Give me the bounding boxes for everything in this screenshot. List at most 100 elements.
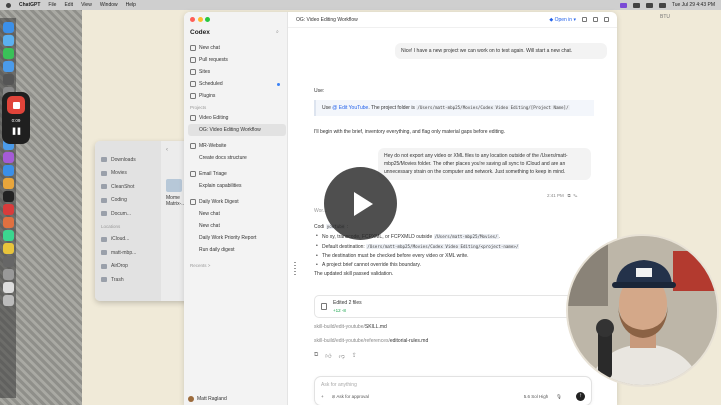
app-icon[interactable] (2, 152, 14, 163)
inline-code: /Users/matt-mbp25/Movies/Codex Video Edi… (416, 105, 570, 110)
apple-icon[interactable] (6, 2, 11, 8)
approval-mode-button[interactable]: ⊘ Ask for approval (332, 394, 369, 400)
sidebar-item-sites[interactable]: Sites (188, 66, 286, 78)
laptop-icon (101, 250, 107, 256)
use-label: Use: (314, 88, 325, 94)
app-icon[interactable] (2, 74, 14, 85)
thread-new-chat-2[interactable]: New chat (188, 220, 286, 232)
status-icon[interactable] (619, 2, 627, 8)
search-icon[interactable]: ⌕ (276, 29, 279, 35)
send-button[interactable]: ↑ (576, 392, 585, 401)
skill-link[interactable]: @ Edit YouTube (332, 105, 368, 111)
sidebar-item-plugins[interactable]: Plugins (188, 90, 286, 102)
edited-files-card[interactable]: Edited 2 files +12 -8 Undo ↻ (314, 295, 592, 318)
search-icon[interactable] (658, 2, 666, 8)
edit-icon[interactable]: ✎ (573, 193, 577, 198)
finder-item-computer[interactable]: matt-mbp... (101, 246, 161, 260)
messages-app-icon[interactable] (2, 48, 14, 59)
open-in-button[interactable]: ◆ Open in ▾ (549, 17, 576, 23)
project-email-triage[interactable]: Email Triage (188, 168, 286, 180)
composer-input[interactable]: Ask for anything (321, 382, 357, 388)
app-icon[interactable] (2, 35, 14, 46)
microphone-icon[interactable]: 🎙︎ (556, 394, 562, 400)
menu-file[interactable]: File (48, 2, 56, 8)
add-icon[interactable]: + (321, 394, 324, 399)
copy-icon[interactable]: ⧉ (314, 352, 318, 360)
thumbs-down-icon[interactable]: 👎︎ (339, 352, 345, 360)
finder-item-airdrop[interactable]: AirDrop (101, 260, 161, 274)
menu-view[interactable]: View (81, 2, 92, 8)
model-selector[interactable]: 5.6 Sol High (524, 394, 549, 399)
project-mr-website[interactable]: MR-Website (188, 140, 286, 152)
stop-record-button[interactable] (7, 96, 25, 114)
response-actions: ⧉ 👍︎ 👎︎ ⇪ (314, 352, 357, 360)
unread-dot (277, 82, 280, 86)
minimize-window-button[interactable] (197, 17, 203, 22)
app-icon[interactable] (2, 204, 14, 215)
app-icon[interactable] (2, 191, 14, 202)
thread-run-daily-digest[interactable]: Run daily digest (188, 244, 286, 256)
finder-item-movies[interactable]: Movies (101, 167, 161, 181)
folder-icon (190, 199, 196, 205)
finder-item-trash[interactable]: Trash (101, 273, 161, 287)
finder-item-icloud[interactable]: iCloud... (101, 233, 161, 247)
edited-file-link[interactable]: skill-build/edit-youtube/references/edit… (314, 338, 428, 344)
app-icon[interactable] (2, 165, 14, 176)
thread-og-video-editing[interactable]: OG: Video Editing Workflow (188, 124, 286, 136)
finder-app-icon[interactable] (2, 22, 14, 33)
copy-icon[interactable]: ⧉ (568, 193, 571, 198)
validation-text: The updated skill passed validation. (314, 271, 394, 277)
finder-item-cleanshot[interactable]: CleanShot (101, 180, 161, 194)
wifi-icon[interactable] (632, 2, 640, 8)
app-icon[interactable] (2, 178, 14, 189)
recording-time: 0:09 (11, 118, 21, 123)
menu-app-name[interactable]: ChatGPT (19, 2, 40, 8)
sidebar-item-scheduled[interactable]: Scheduled (188, 78, 286, 90)
menu-clock[interactable]: Tue Jul 29 4:43 PM (672, 2, 715, 8)
thumbs-up-icon[interactable]: 👍︎ (325, 352, 331, 360)
background-window-text: BTU (660, 14, 670, 20)
share-icon[interactable]: ⇪ (352, 352, 357, 360)
thread-priority-report[interactable]: Daily Work Priority Report (188, 232, 286, 244)
panel-icon[interactable] (604, 17, 609, 22)
compose-icon (190, 45, 196, 51)
pause-icon[interactable]: ❚❚ (11, 127, 22, 135)
recents-heading[interactable]: Recents > (188, 260, 286, 270)
trash-icon[interactable] (2, 295, 14, 306)
terminal-icon[interactable] (582, 17, 587, 22)
folder-icon (101, 170, 107, 176)
user-profile[interactable]: Matt Ragland (188, 396, 286, 402)
chat-composer[interactable]: Ask for anything + ⊘ Ask for approval 5.… (314, 376, 592, 405)
edited-file-link[interactable]: skill-build/edit-youtube/SKILL.md (314, 324, 387, 330)
finder-item-coding[interactable]: Coding (101, 194, 161, 208)
app-icon[interactable] (2, 256, 14, 267)
screen-recorder-widget: 0:09 ❚❚ (2, 92, 30, 144)
file-thumbnail[interactable] (166, 179, 182, 192)
menu-edit[interactable]: Edit (64, 2, 73, 8)
sidebar-item-pull-requests[interactable]: Pull requests (188, 54, 286, 66)
menu-help[interactable]: Help (126, 2, 136, 8)
project-daily-work-digest[interactable]: Daily Work Digest (188, 196, 286, 208)
close-window-button[interactable] (190, 17, 195, 22)
presenter-image (568, 236, 717, 385)
video-play-button[interactable] (324, 167, 397, 240)
zoom-window-button[interactable] (205, 17, 210, 22)
sidebar-item-new-chat[interactable]: New chat (188, 42, 286, 54)
finder-item-downloads[interactable]: Downloads (101, 153, 161, 167)
battery-icon[interactable] (645, 2, 653, 8)
mail-app-icon[interactable] (2, 61, 14, 72)
thread-explain-capabilities[interactable]: Explain capabilities (188, 180, 286, 192)
finder-item-documents[interactable]: Docum... (101, 207, 161, 221)
resize-handle[interactable] (294, 262, 296, 276)
projects-heading: Projects (190, 105, 207, 110)
app-icon[interactable] (2, 230, 14, 241)
project-video-editing[interactable]: Video Editing (188, 112, 286, 124)
diff-icon[interactable] (593, 17, 598, 22)
thread-create-docs[interactable]: Create docs structure (188, 152, 286, 164)
app-icon[interactable] (2, 282, 14, 293)
thread-new-chat-1[interactable]: New chat (188, 208, 286, 220)
app-icon[interactable] (2, 217, 14, 228)
app-icon[interactable] (2, 269, 14, 280)
chrome-app-icon[interactable] (2, 243, 14, 254)
menu-window[interactable]: Window (100, 2, 118, 8)
